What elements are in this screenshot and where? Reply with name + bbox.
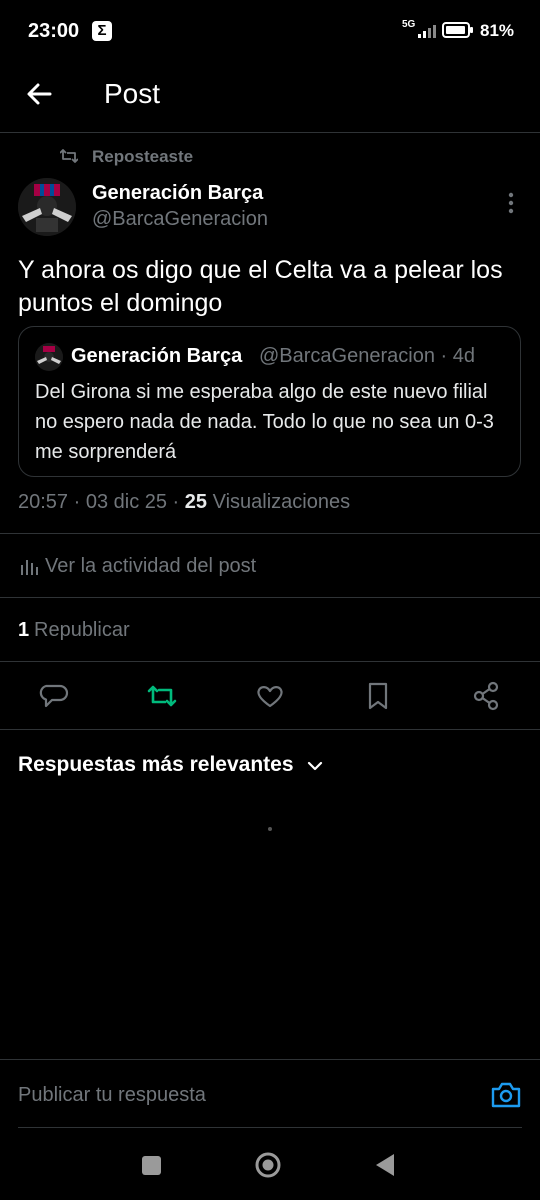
reposts-label[interactable]: Republicar bbox=[34, 619, 130, 642]
post-timestamp: 20:57 · 03 dic 25 · bbox=[18, 491, 185, 513]
composer-underline bbox=[18, 1127, 522, 1128]
like-icon[interactable] bbox=[254, 680, 286, 712]
quote-meta: @BarcaGeneracion · 4d bbox=[259, 345, 475, 367]
battery-percent: 81% bbox=[480, 21, 515, 40]
home-button[interactable] bbox=[254, 1151, 282, 1179]
post-text: Y ahora os digo que el Celta va a pelear… bbox=[18, 256, 503, 317]
views-label: Visualizaciones bbox=[207, 491, 351, 513]
reply-input[interactable]: Publicar tu respuesta bbox=[18, 1084, 206, 1107]
share-icon[interactable] bbox=[470, 680, 502, 712]
repost-label: Reposteaste bbox=[92, 147, 194, 166]
reply-icon[interactable] bbox=[38, 680, 70, 712]
composer-top-divider bbox=[0, 1059, 540, 1060]
views-count: 25 bbox=[184, 491, 208, 513]
reposts-count[interactable]: 1 bbox=[18, 619, 29, 642]
header-divider bbox=[0, 132, 540, 133]
quote-avatar bbox=[35, 343, 63, 371]
quote-author-name: Generación Barça bbox=[71, 345, 243, 367]
bookmark-icon[interactable] bbox=[362, 680, 394, 712]
actions-divider bbox=[0, 729, 540, 730]
nav-back-button[interactable] bbox=[374, 1152, 396, 1178]
meta-divider bbox=[0, 533, 540, 534]
chevron-down-icon[interactable] bbox=[306, 757, 324, 775]
reposts-divider bbox=[0, 661, 540, 662]
analytics-icon[interactable] bbox=[20, 557, 38, 575]
author-handle[interactable]: @BarcaGeneracion bbox=[92, 208, 268, 231]
status-bar: 23:00 Σ 5G 81% bbox=[0, 0, 540, 64]
page-title: Post bbox=[104, 78, 161, 109]
post-meta: 20:57 · 03 dic 25 · 25 Visualizaciones bbox=[18, 491, 350, 514]
repost-small-icon bbox=[60, 148, 78, 164]
repost-icon[interactable] bbox=[146, 680, 178, 712]
sigma-icon: Σ bbox=[92, 21, 112, 41]
author-name[interactable]: Generación Barça bbox=[92, 182, 263, 205]
view-activity-link[interactable]: Ver la actividad del post bbox=[45, 555, 256, 578]
loading-indicator bbox=[268, 827, 272, 831]
quote-text: Del Girona si me esperaba algo de este n… bbox=[35, 381, 494, 463]
activity-divider bbox=[0, 597, 540, 598]
replies-sort-label[interactable]: Respuestas más relevantes bbox=[18, 753, 294, 777]
more-options-icon[interactable] bbox=[500, 190, 522, 216]
status-time: 23:00 bbox=[28, 20, 80, 42]
signal-icon bbox=[418, 24, 436, 38]
quoted-post[interactable]: Generación Barça @BarcaGeneracion · 4d D… bbox=[18, 326, 521, 477]
battery-icon bbox=[442, 22, 474, 38]
camera-icon[interactable] bbox=[490, 1080, 522, 1110]
avatar[interactable] bbox=[18, 178, 76, 236]
recent-apps-button[interactable] bbox=[142, 1156, 161, 1175]
network-label: 5G bbox=[402, 19, 416, 30]
arrow-left-icon[interactable] bbox=[22, 78, 56, 110]
